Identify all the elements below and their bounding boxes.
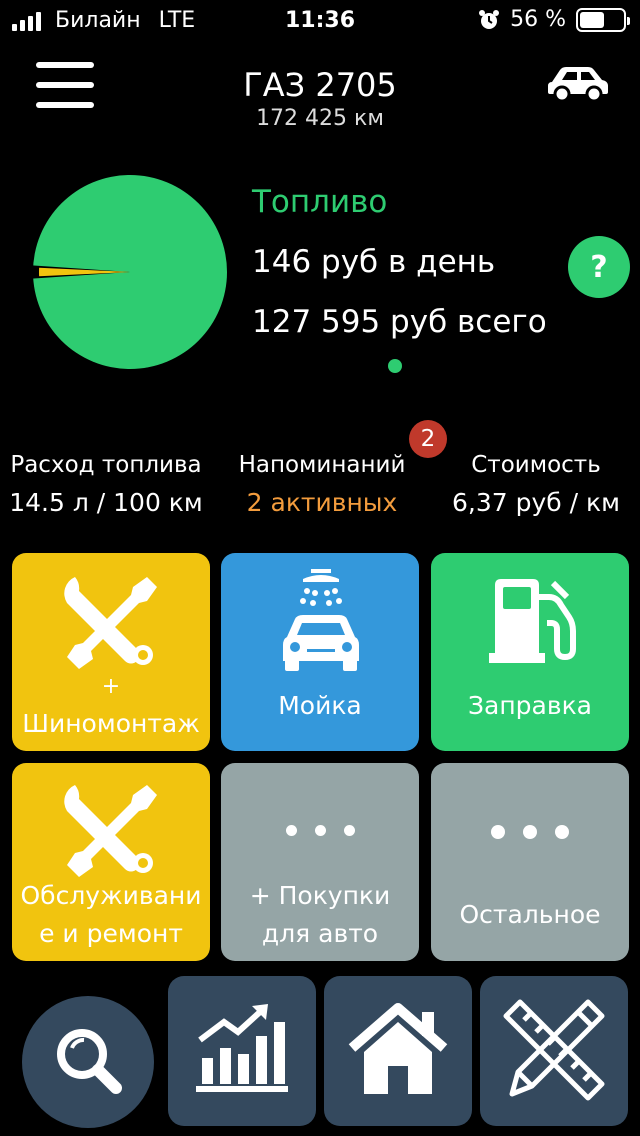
chart-icon bbox=[196, 1004, 288, 1092]
refuel-label: Заправка bbox=[467, 691, 593, 720]
search-button[interactable] bbox=[22, 996, 154, 1128]
cost-label: Стоимость bbox=[471, 452, 601, 478]
maintenance-label-line2: е и ремонт bbox=[39, 919, 183, 948]
fuel-consumption-label: Расход топлива bbox=[10, 452, 202, 478]
fuel-per-day: 146 руб в день bbox=[252, 244, 496, 280]
tire-service-label: Шиномонтаж bbox=[22, 709, 200, 738]
help-button[interactable]: ? bbox=[568, 236, 630, 298]
car-wash-tile[interactable]: Мойка bbox=[221, 553, 419, 751]
wrench-screwdriver-icon bbox=[64, 785, 157, 877]
reminders-value: 2 активных bbox=[246, 488, 398, 517]
other-tile[interactable]: Остальное bbox=[431, 763, 629, 961]
tire-service-plus: + bbox=[101, 674, 121, 699]
wrench-screwdriver-icon bbox=[64, 577, 157, 669]
car-name[interactable]: ГАЗ 2705 bbox=[0, 66, 640, 104]
battery-icon bbox=[576, 7, 630, 32]
status-right: 56 % bbox=[478, 7, 630, 32]
maintenance-label-line1: Обслуживани bbox=[20, 881, 202, 910]
cost-per-km-stat[interactable]: Стоимость 6,37 руб / км bbox=[438, 452, 634, 517]
home-button[interactable] bbox=[324, 976, 472, 1126]
purchases-label-line2: для авто bbox=[261, 919, 379, 948]
more-dots-icon bbox=[221, 825, 419, 836]
tools-button[interactable] bbox=[480, 976, 628, 1126]
status-bar: Билайн LTE 11:36 56 % bbox=[0, 0, 640, 44]
fuel-consumption-value: 14.5 л / 100 км bbox=[9, 488, 203, 517]
search-icon bbox=[57, 1029, 122, 1094]
maintenance-repair-tile[interactable]: Обслуживани е и ремонт bbox=[12, 763, 210, 961]
odometer: 172 425 км bbox=[256, 106, 384, 131]
fuel-title: Топливо bbox=[252, 184, 388, 220]
reminders-label: Напоминаний bbox=[238, 452, 406, 478]
refuel-tile[interactable]: Заправка bbox=[431, 553, 629, 751]
cost-value: 6,37 руб / км bbox=[452, 488, 620, 517]
more-dots-icon bbox=[431, 825, 629, 839]
ruler-pencil-icon bbox=[503, 999, 605, 1101]
car-wash-icon bbox=[283, 569, 359, 671]
reminders-stat[interactable]: Напоминаний 2 активных bbox=[222, 452, 422, 517]
car-icon[interactable] bbox=[546, 64, 610, 102]
page-indicator-dot[interactable] bbox=[388, 359, 402, 373]
car-purchases-tile[interactable]: + Покупки для авто bbox=[221, 763, 419, 961]
fuel-pump-icon bbox=[489, 579, 576, 663]
alarm-icon bbox=[479, 9, 500, 29]
tire-service-tile[interactable]: + Шиномонтаж bbox=[12, 553, 210, 751]
fuel-consumption-stat[interactable]: Расход топлива 14.5 л / 100 км bbox=[4, 452, 208, 517]
purchases-label-line1: + Покупки bbox=[249, 881, 391, 910]
battery-percent: 56 % bbox=[510, 7, 566, 32]
expense-pie-chart[interactable] bbox=[32, 174, 228, 370]
other-label: Остальное bbox=[459, 900, 601, 929]
statistics-button[interactable] bbox=[168, 976, 316, 1126]
fuel-total: 127 595 руб всего bbox=[252, 304, 547, 340]
car-wash-label: Мойка bbox=[278, 691, 362, 720]
home-icon bbox=[348, 1003, 448, 1094]
